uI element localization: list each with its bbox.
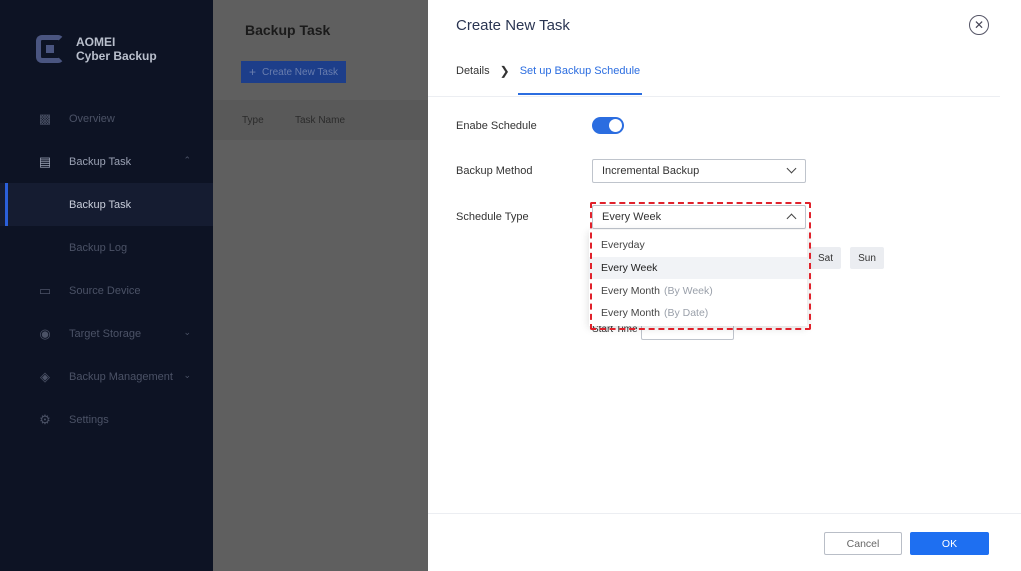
sidebar-subitem-backup-task[interactable]: Backup Task xyxy=(0,183,213,226)
enable-schedule-label: Enabe Schedule xyxy=(456,120,537,132)
backup-method-label: Backup Method xyxy=(456,165,533,177)
day-button-sat[interactable]: Sat xyxy=(810,247,841,269)
sidebar-item-target-storage[interactable]: ◉ Target Storage ⌄ xyxy=(0,312,213,355)
divider xyxy=(428,96,1000,97)
page-title: Backup Task xyxy=(245,22,331,38)
sidebar-item-label: Backup Log xyxy=(69,241,128,254)
clipboard-icon: ▤ xyxy=(38,153,52,169)
sidebar-item-label: Backup Management xyxy=(69,370,173,383)
logo-icon xyxy=(36,35,64,63)
plus-icon: + xyxy=(249,65,257,79)
backup-method-select[interactable]: Incremental Backup xyxy=(592,159,806,183)
sidebar-subitem-backup-log[interactable]: Backup Log xyxy=(0,226,213,269)
sidebar-item-backup-task[interactable]: ▤ Backup Task ⌃ xyxy=(0,140,213,183)
sidebar-item-label: Settings xyxy=(69,413,109,426)
gear-icon: ⚙ xyxy=(39,411,51,427)
layers-icon: ◈ xyxy=(40,368,50,384)
sidebar-item-source-device[interactable]: ▭ Source Device xyxy=(0,269,213,312)
sidebar-item-backup-management[interactable]: ◈ Backup Management ⌄ xyxy=(0,355,213,398)
ok-button[interactable]: OK xyxy=(910,532,989,555)
cancel-button[interactable]: Cancel xyxy=(824,532,902,555)
create-new-task-label: Create New Task xyxy=(262,66,338,78)
app-logo: AOMEI Cyber Backup xyxy=(36,35,157,63)
chevron-up-icon: ⌃ xyxy=(183,155,191,165)
day-button-sun[interactable]: Sun xyxy=(850,247,884,269)
sidebar-item-label: Target Storage xyxy=(69,327,142,340)
chevron-down-icon: ⌄ xyxy=(183,327,191,337)
column-header-task-name: Task Name xyxy=(295,114,346,126)
create-new-task-button[interactable]: + Create New Task xyxy=(241,61,346,83)
sidebar: AOMEI Cyber Backup ▩ Overview ▤ Backup T… xyxy=(0,0,213,571)
brand-line1: AOMEI xyxy=(76,35,116,49)
chevron-down-icon: ⌄ xyxy=(183,370,191,380)
create-task-dialog: Create New Task ✕ Details ❯ Set up Backu… xyxy=(428,0,1021,571)
sidebar-item-label: Backup Task xyxy=(69,198,132,211)
sidebar-item-label: Source Device xyxy=(69,284,141,297)
chevron-right-icon: ❯ xyxy=(499,64,510,78)
brand-line2: Cyber Backup xyxy=(76,49,157,63)
step-details[interactable]: Details xyxy=(456,65,490,77)
sidebar-item-settings[interactable]: ⚙ Settings xyxy=(0,398,213,441)
sidebar-item-label: Backup Task xyxy=(69,155,132,168)
table-header: Type Task Name xyxy=(213,100,428,140)
backup-method-value: Incremental Backup xyxy=(602,165,700,177)
main-content: Backup Task + Create New Task Type Task … xyxy=(213,0,428,571)
sidebar-item-label: Overview xyxy=(69,112,115,125)
column-header-type: Type xyxy=(242,114,264,126)
step-breadcrumb: Details ❯ Set up Backup Schedule xyxy=(456,64,643,95)
step-schedule[interactable]: Set up Backup Schedule xyxy=(517,65,643,95)
monitor-icon: ▭ xyxy=(38,282,52,298)
enable-schedule-toggle[interactable] xyxy=(592,117,624,134)
overview-icon: ▩ xyxy=(38,110,52,126)
chevron-down-icon xyxy=(786,163,797,174)
annotation-highlight-box xyxy=(590,202,811,330)
location-pin-icon: ◉ xyxy=(39,325,51,341)
sidebar-nav: ▩ Overview ▤ Backup Task ⌃ Backup Task B… xyxy=(0,97,213,441)
dialog-title: Create New Task xyxy=(456,17,570,34)
sidebar-item-overview[interactable]: ▩ Overview xyxy=(0,97,213,140)
schedule-type-label: Schedule Type xyxy=(456,211,529,223)
close-icon[interactable]: ✕ xyxy=(969,15,989,35)
footer-divider xyxy=(428,513,1021,514)
